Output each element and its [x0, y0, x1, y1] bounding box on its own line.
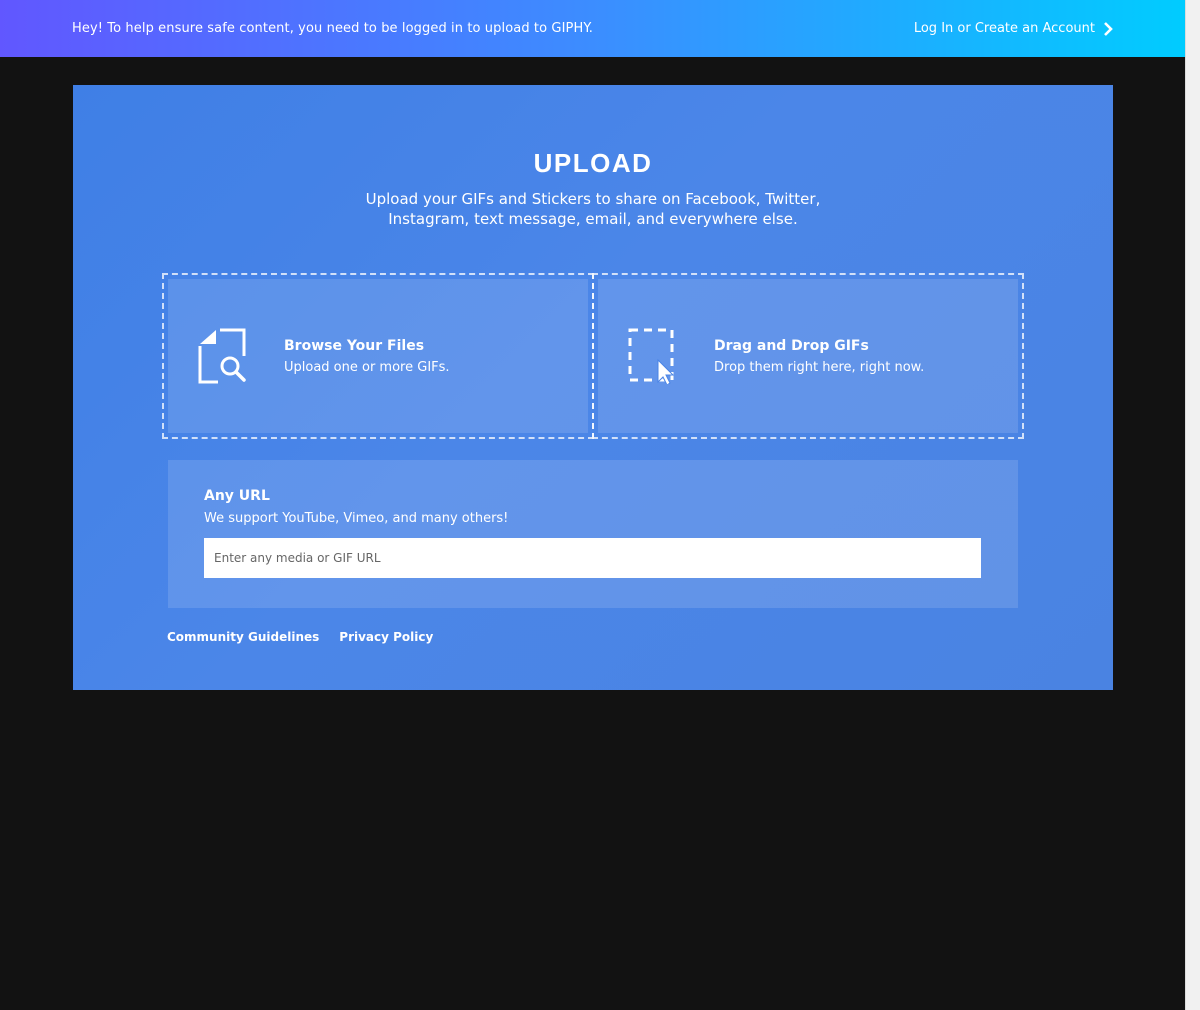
drag-drop-description: Drop them right here, right now.: [714, 359, 925, 375]
login-notice-bar: Hey! To help ensure safe content, you ne…: [0, 0, 1185, 57]
any-url-title: Any URL: [204, 488, 270, 504]
browse-files-title: Browse Your Files: [284, 337, 425, 354]
footer-links: Community Guidelines Privacy Policy: [167, 630, 433, 644]
drag-drop-area[interactable]: Drag and Drop GIFs Drop them right here,…: [598, 279, 1018, 433]
login-create-account-link[interactable]: Log In or Create an Account: [914, 21, 1113, 36]
media-url-input[interactable]: [204, 538, 981, 578]
scrollbar-track[interactable]: [1185, 0, 1200, 1010]
login-link-label: Log In or Create an Account: [913, 21, 1095, 36]
upload-panel: UPLOAD Upload your GIFs and Stickers to …: [73, 85, 1113, 690]
login-notice-text: Hey! To help ensure safe content, you ne…: [72, 21, 593, 36]
any-url-section: Any URL We support YouTube, Vimeo, and m…: [168, 460, 1018, 608]
browse-files-zone[interactable]: Browse Your Files Upload one or more GIF…: [162, 273, 594, 439]
browse-files-button[interactable]: Browse Your Files Upload one or more GIF…: [168, 279, 588, 433]
drag-drop-cursor-icon: [628, 328, 675, 384]
any-url-description: We support YouTube, Vimeo, and many othe…: [204, 511, 509, 526]
page-title: UPLOAD: [533, 148, 653, 178]
chevron-right-icon: [1104, 21, 1113, 36]
drag-drop-zone[interactable]: Drag and Drop GIFs Drop them right here,…: [592, 273, 1024, 439]
community-guidelines-link[interactable]: Community Guidelines: [167, 630, 319, 644]
browse-files-description: Upload one or more GIFs.: [284, 359, 450, 375]
file-search-icon: [198, 328, 246, 384]
drag-drop-title: Drag and Drop GIFs: [714, 337, 869, 354]
page-subtitle: Upload your GIFs and Stickers to share o…: [365, 190, 821, 228]
privacy-policy-link[interactable]: Privacy Policy: [339, 630, 433, 644]
